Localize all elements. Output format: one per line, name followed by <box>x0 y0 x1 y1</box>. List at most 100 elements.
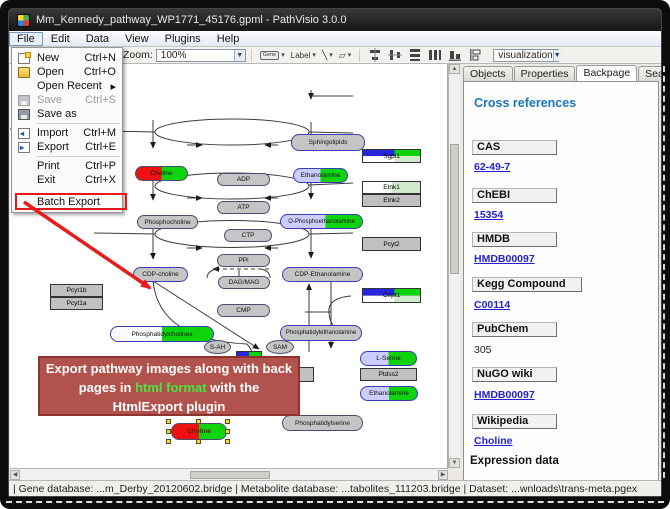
stack-vertical-button[interactable] <box>405 48 425 62</box>
node-cmp[interactable]: CMP <box>217 304 270 317</box>
menu-plugins[interactable]: Plugins <box>157 32 209 46</box>
gene-box-cept1[interactable]: Cept1 <box>362 288 421 303</box>
selection-handle[interactable] <box>166 439 171 444</box>
align-center-vertical-icon <box>368 48 382 62</box>
node-choline-selected[interactable]: Choline <box>171 423 227 440</box>
chevron-down-icon: ▾ <box>329 51 333 59</box>
new-file-icon <box>18 53 30 64</box>
node-ctp[interactable]: CTP <box>224 229 272 242</box>
canvas-hscrollbar[interactable]: ◀ ▶ <box>10 468 448 480</box>
menu-view[interactable]: View <box>117 32 157 46</box>
line-tool-button[interactable]: ╲ ▾ <box>319 48 336 62</box>
callout-annotation: Export pathway images along with back pa… <box>38 356 300 416</box>
menu-data[interactable]: Data <box>78 32 117 46</box>
align-left-button[interactable] <box>465 48 485 62</box>
backpage-link-nugo[interactable]: HMDB00097 <box>474 389 535 401</box>
pathvisio-app-icon <box>17 14 30 27</box>
align-center-vertical-button[interactable] <box>365 48 385 62</box>
node-dag-mag[interactable]: DAG/MAG <box>218 276 270 289</box>
menu-item-exit[interactable]: ExitCtrl+X <box>13 173 122 187</box>
shape-tool-button[interactable]: ▱ ▾ <box>336 48 354 62</box>
gene-box-etnk1[interactable]: Etnk1 <box>362 181 421 194</box>
status-text: | Gene database: ...m_Derby_20120602.bri… <box>13 483 637 495</box>
gene-box-etnk2[interactable]: Etnk2 <box>362 194 421 207</box>
chevron-down-icon[interactable]: ▼ <box>553 50 561 61</box>
backpage-link-cas[interactable]: 62-49-7 <box>474 161 510 173</box>
zoom-value: 100% <box>161 50 187 61</box>
gene-box-ptdss2[interactable]: Ptdss2 <box>360 368 417 381</box>
selection-handle[interactable] <box>166 429 171 434</box>
canvas-vscrollbar[interactable]: ▲ ▼ <box>448 64 460 468</box>
node-cdp-ethanolamine[interactable]: CDP-Ethanolamine <box>282 267 363 282</box>
vscroll-thumb[interactable] <box>450 144 459 274</box>
node-phosphatidylserine[interactable]: Phosphatidylserine <box>282 415 363 431</box>
align-bottom-button[interactable] <box>445 48 465 62</box>
menu-bar: File Edit Data View Plugins Help <box>9 31 661 47</box>
menu-edit[interactable]: Edit <box>43 32 78 46</box>
tab-properties[interactable]: Properties <box>514 66 576 81</box>
scroll-up-icon[interactable]: ▲ <box>449 64 460 74</box>
selection-handle[interactable] <box>225 419 230 424</box>
scroll-left-icon[interactable]: ◀ <box>10 470 20 480</box>
selection-handle[interactable] <box>196 439 201 444</box>
align-center-horizontal-button[interactable] <box>385 48 405 62</box>
tab-backpage[interactable]: Backpage <box>576 65 637 81</box>
menu-separator <box>36 123 120 124</box>
hscroll-thumb[interactable] <box>190 471 270 479</box>
toolbar-separator <box>251 49 252 61</box>
selection-handle[interactable] <box>225 429 230 434</box>
window-title: Mm_Kennedy_pathway_WP1771_45176.gpml - P… <box>36 14 346 26</box>
chevron-down-icon[interactable]: ▼ <box>234 50 245 61</box>
gene-box-pcyt1b[interactable]: Pcyt1b <box>50 284 103 297</box>
chevron-down-icon: ▾ <box>281 51 285 59</box>
stack-horizontal-button[interactable] <box>425 48 445 62</box>
backpage-link-hmdb[interactable]: HMDB00097 <box>474 253 535 265</box>
tab-search[interactable]: Search <box>638 66 662 81</box>
node-ethanolamine-2[interactable]: Ethanolamine <box>360 386 418 401</box>
zoom-combobox[interactable]: 100% ▼ <box>156 49 246 62</box>
visualization-combobox[interactable]: visualization ▼ <box>493 49 559 62</box>
gene-box-pcyt1a[interactable]: Pcyt1a <box>50 297 103 310</box>
backpage-link-wikipedia[interactable]: Choline <box>474 435 513 447</box>
tab-objects[interactable]: Objects <box>463 66 513 81</box>
node-atp[interactable]: ATP <box>217 201 270 214</box>
node-ethanolamine[interactable]: Ethanolamine <box>293 168 348 183</box>
backpage-link-chebi[interactable]: 15354 <box>474 209 503 221</box>
menu-item-print[interactable]: PrintCtrl+P <box>13 159 122 173</box>
menu-item-save[interactable]: SaveCtrl+S <box>13 93 122 107</box>
gene-box-pcyt2[interactable]: Pcyt2 <box>362 237 421 251</box>
node-ppi[interactable]: PPi <box>217 254 270 267</box>
toolbar-separator <box>359 49 360 61</box>
scroll-right-icon[interactable]: ▶ <box>438 470 448 480</box>
datanode-tool-button[interactable]: Gene ▾ <box>257 48 288 62</box>
node-sam[interactable]: SAM <box>266 340 294 354</box>
callout-line1: Export pathway images along with back <box>40 359 298 378</box>
node-adp[interactable]: ADP <box>217 173 270 186</box>
node-cdp-choline[interactable]: CDP-choline <box>133 267 188 282</box>
node-l-serine[interactable]: L-Serine <box>360 351 417 366</box>
node-sah[interactable]: S-AH <box>204 340 231 354</box>
node-phosphocholine[interactable]: Phosphocholine <box>137 215 198 229</box>
selection-handle[interactable] <box>225 439 230 444</box>
menu-help[interactable]: Help <box>209 32 248 46</box>
scroll-down-icon[interactable]: ▼ <box>449 458 460 468</box>
batch-export-highlight <box>15 193 127 210</box>
callout-html-format: html format <box>135 380 207 395</box>
menu-item-save-as[interactable]: Save as <box>13 107 122 121</box>
menu-item-import[interactable]: ImportCtrl+M <box>13 126 122 140</box>
gene-box-sgpl1[interactable]: Sgpl1 <box>362 149 421 163</box>
node-sphingolipids[interactable]: Sphingolipids <box>291 134 365 151</box>
node-o-phosphoethanolamine[interactable]: O-Phosphoethanolamine <box>280 214 363 229</box>
backpage-link-kegg[interactable]: C00114 <box>474 299 510 311</box>
label-tool-button[interactable]: Label ▾ <box>288 48 319 62</box>
node-phosphatidylethanolamine[interactable]: Phosphatidylethanolamine <box>280 325 362 341</box>
node-choline[interactable]: Choline <box>135 166 188 181</box>
selection-handle[interactable] <box>196 419 201 424</box>
menu-item-open[interactable]: OpenCtrl+O <box>13 65 122 79</box>
menu-item-open-recent[interactable]: Open Recent ▸ <box>13 79 122 93</box>
menu-file[interactable]: File <box>9 32 43 46</box>
menu-item-export[interactable]: ExportCtrl+E <box>13 140 122 154</box>
menu-item-new[interactable]: NewCtrl+N <box>13 51 122 65</box>
node-phosphatidylcholines[interactable]: Phosphatidylcholines <box>110 326 214 342</box>
selection-handle[interactable] <box>166 419 171 424</box>
